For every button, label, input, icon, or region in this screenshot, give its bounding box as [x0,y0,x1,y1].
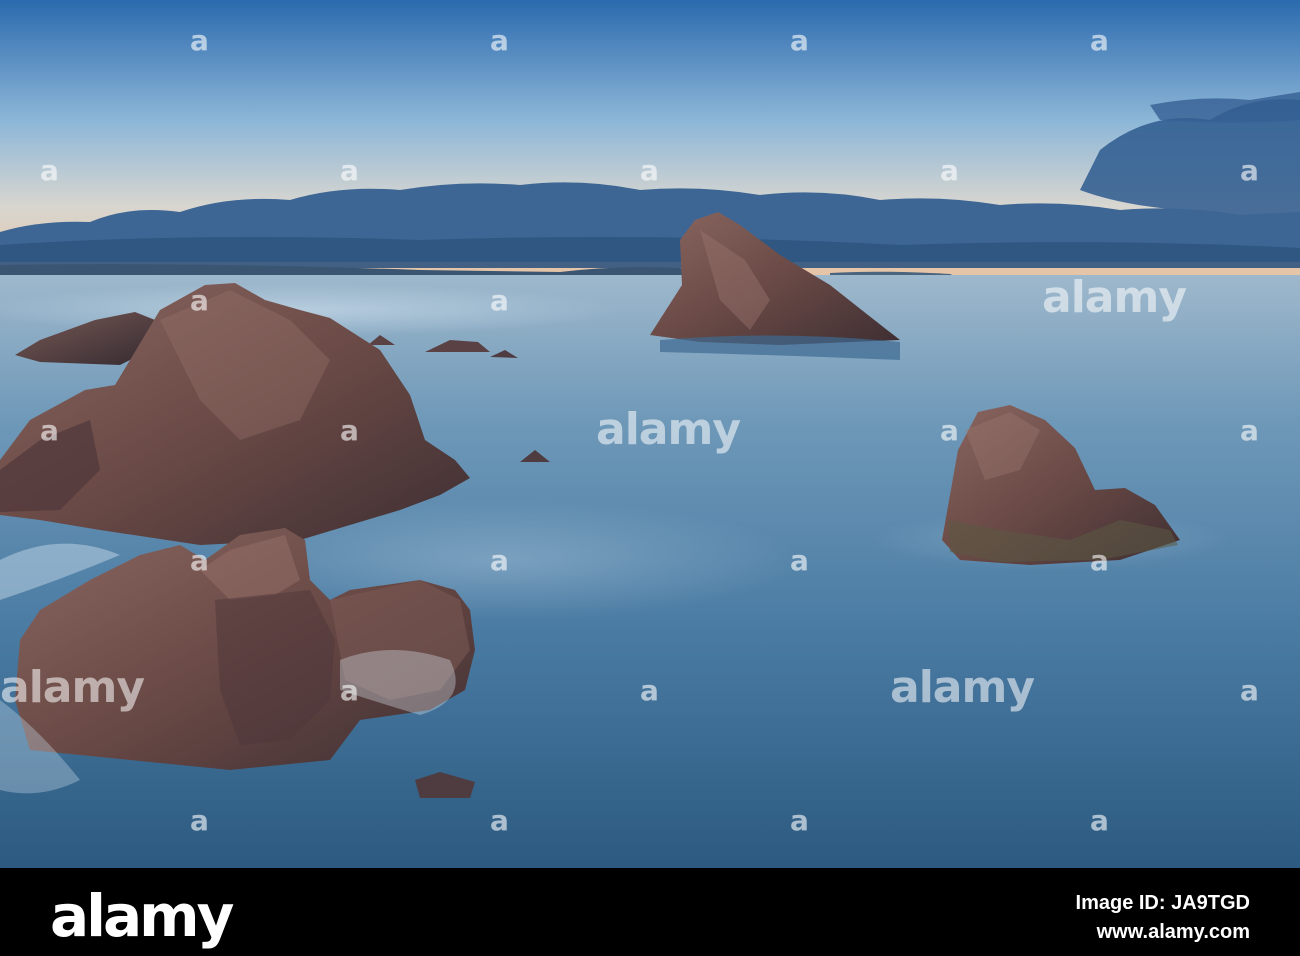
watermark-mark: a [640,154,659,187]
watermark-mark: a [1240,414,1259,447]
watermark-mark: a [190,284,209,317]
site-url[interactable]: www.alamy.com [1076,921,1250,944]
watermark-mark: a [1240,154,1259,187]
watermark-mark: a [1240,674,1259,707]
watermark-mark: a [190,804,209,837]
watermark-logo: alamy [596,404,741,455]
watermark-mark: a [940,414,959,447]
watermark-mark: a [790,24,809,57]
watermark-mark: a [790,544,809,577]
watermark-mark: a [340,414,359,447]
seascape-photo: alamy alamy alamy alamy a a a a a a a a … [0,0,1300,868]
watermark-mark: a [40,154,59,187]
watermark-mark: a [490,804,509,837]
watermark-mark: a [340,154,359,187]
watermark-mark: a [1090,804,1109,837]
watermark-mark: a [790,804,809,837]
watermark-mark: a [40,414,59,447]
watermark-logo: alamy [890,662,1035,713]
watermark-mark: a [1090,544,1109,577]
stock-footer-bar: alamy Image ID: JA9TGD www.alamy.com [0,868,1300,956]
watermark-mark: a [490,24,509,57]
brand-logo[interactable]: alamy [50,882,234,950]
image-id: Image ID: JA9TGD [1075,892,1250,914]
watermark-logo: alamy [1042,272,1187,323]
watermark-mark: a [340,674,359,707]
image-info: Image ID: JA9TGD www.alamy.com [1076,892,1250,944]
watermark-mark: a [1090,24,1109,57]
watermark-mark: a [490,284,509,317]
watermark-mark: a [940,154,959,187]
watermark-mark: a [490,544,509,577]
watermark-mark: a [190,544,209,577]
watermark-logo: alamy [0,662,145,713]
watermark-mark: a [640,674,659,707]
watermark-mark: a [190,24,209,57]
